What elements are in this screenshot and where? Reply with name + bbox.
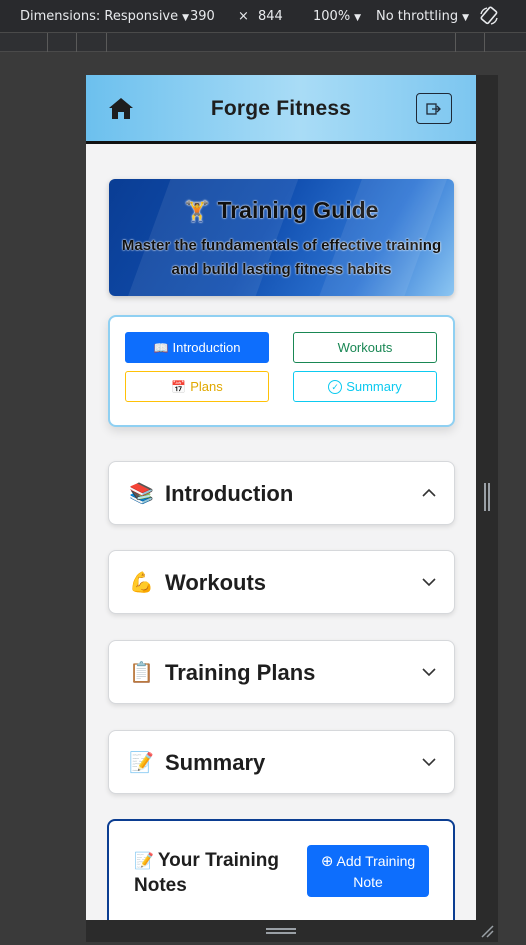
clipboard-icon: 📋 — [129, 662, 154, 684]
chevron-up-icon — [422, 488, 436, 497]
width-input[interactable]: 390 — [190, 9, 215, 24]
resize-corner-icon[interactable] — [480, 924, 494, 938]
throttling-dropdown[interactable]: No throttling ▼ — [376, 9, 469, 24]
zoom-dropdown[interactable]: 100% ▼ — [313, 9, 361, 24]
chevron-down-icon — [422, 578, 436, 587]
times-symbol: × — [238, 9, 249, 24]
nav-plans-label: Plans — [190, 379, 223, 394]
logout-button[interactable] — [416, 93, 452, 124]
accordion-summary[interactable]: 📝 Summary — [108, 730, 455, 794]
accordion-training-plans[interactable]: 📋 Training Plans — [108, 640, 455, 704]
nav-workouts-label: Workouts — [337, 340, 393, 355]
flexed-bicep-icon: 💪 — [129, 572, 154, 594]
accordion-workouts[interactable]: 💪 Workouts — [108, 550, 455, 614]
book-icon: 📖 — [153, 340, 169, 355]
calendar-icon: 📅 — [171, 379, 187, 394]
caret-down-icon: ▼ — [354, 13, 362, 23]
nav-summary-label: Summary — [346, 379, 402, 394]
logout-icon — [426, 102, 441, 115]
accordion-summary-label: Summary — [165, 750, 266, 775]
section-nav: 📖 Introduction Workouts 📅 Plans ✓ Summar… — [108, 315, 455, 427]
chevron-down-icon — [422, 668, 436, 677]
throttling-label: No throttling — [376, 9, 459, 24]
check-circle-icon: ✓ — [328, 379, 343, 394]
rotate-icon[interactable] — [478, 5, 500, 27]
caret-down-icon: ▼ — [462, 13, 469, 23]
books-icon: 📚 — [129, 483, 154, 505]
training-notes-title-text: Your Training Notes — [134, 850, 279, 896]
chevron-down-icon — [422, 758, 436, 767]
app-header: Forge Fitness — [86, 75, 476, 144]
hero-title-text: Training Guide — [217, 197, 379, 223]
memo-icon: 📝 — [134, 853, 154, 870]
dimensions-label: Dimensions: Responsive — [20, 9, 179, 24]
add-training-note-label: Add Training Note — [336, 853, 416, 890]
memo-icon: 📝 — [129, 752, 154, 774]
accordion-introduction[interactable]: 📚 Introduction — [108, 461, 455, 525]
resize-handle-right[interactable] — [476, 75, 498, 920]
height-input[interactable]: 844 — [258, 9, 283, 24]
caret-down-icon: ▼ — [182, 13, 190, 23]
weightlifter-icon: 🏋️ — [184, 201, 210, 223]
mobile-viewport: Forge Fitness 🏋️ Training Guide Master th… — [86, 75, 476, 920]
plus-circle-icon: ⊕ — [320, 853, 334, 870]
hero-subtitle: Master the fundamentals of effective tra… — [121, 237, 442, 278]
accordion-workouts-label: Workouts — [165, 570, 267, 595]
devtools-toolbar: Dimensions: Responsive ▼ 390 × 844 100% ▼ … — [0, 0, 526, 32]
accordion-introduction-label: Introduction — [165, 481, 294, 506]
add-training-note-button[interactable]: ⊕ Add Training Note — [307, 845, 429, 897]
nav-plans-button[interactable]: 📅 Plans — [125, 371, 269, 402]
media-query-ruler — [0, 32, 526, 52]
hero-title: 🏋️ Training Guide — [109, 197, 454, 224]
nav-summary-button[interactable]: ✓ Summary — [293, 371, 437, 402]
resize-handle-bottom[interactable] — [86, 920, 498, 942]
accordion-training-plans-label: Training Plans — [165, 660, 316, 685]
hero-banner: 🏋️ Training Guide Master the fundamentals… — [109, 179, 454, 296]
training-notes-card: 📝 Your Training Notes ⊕ Add Training Note — [107, 819, 455, 920]
nav-introduction-button[interactable]: 📖 Introduction — [125, 332, 269, 363]
zoom-label: 100% — [313, 9, 351, 24]
nav-workouts-button[interactable]: Workouts — [293, 332, 437, 363]
dimensions-dropdown[interactable]: Dimensions: Responsive ▼ — [20, 9, 189, 24]
nav-introduction-label: Introduction — [172, 340, 241, 355]
training-notes-title: 📝 Your Training Notes — [134, 849, 304, 898]
